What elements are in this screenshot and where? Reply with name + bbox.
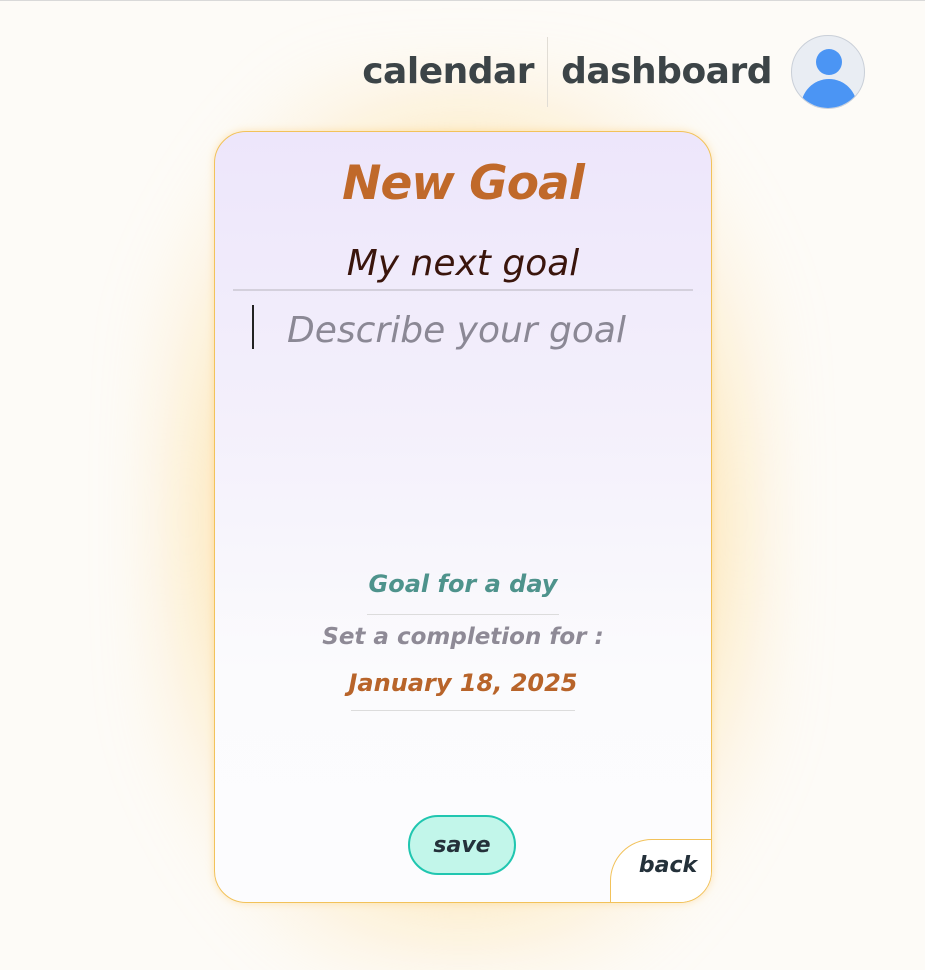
completion-date-picker[interactable]: January 18, 2025 — [215, 669, 711, 697]
save-button[interactable]: save — [408, 815, 516, 875]
goal-title-input[interactable] — [233, 237, 693, 291]
nav-dashboard-link[interactable]: dashboard — [548, 36, 785, 108]
goal-description-input[interactable] — [251, 304, 711, 494]
completion-date-underline — [351, 710, 575, 711]
user-avatar-icon[interactable] — [791, 35, 865, 109]
avatar-body-shape — [801, 79, 857, 108]
top-nav: calendar dashboard — [349, 35, 865, 109]
card-title: New Goal — [342, 156, 585, 211]
nav-calendar-link[interactable]: calendar — [349, 36, 547, 108]
back-button[interactable]: back — [610, 839, 711, 902]
completion-label: Set a completion for : — [322, 624, 604, 650]
top-divider — [0, 0, 925, 1]
text-caret — [252, 305, 254, 349]
new-goal-card: New Goal Goal for a day Set a completion… — [214, 131, 712, 903]
avatar-head-shape — [816, 49, 842, 75]
goal-type-underline — [367, 614, 559, 615]
goal-type-toggle[interactable]: Goal for a day — [215, 570, 711, 598]
